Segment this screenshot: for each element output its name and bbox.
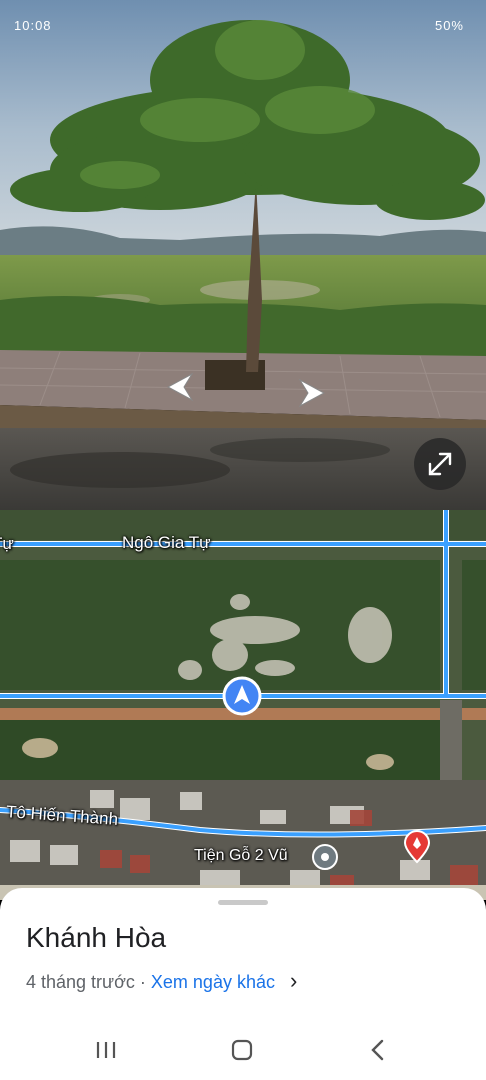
road-label-partial: Tự	[0, 534, 14, 553]
expand-button[interactable]	[414, 438, 466, 490]
status-bar: 10:08 50%	[0, 14, 486, 42]
street-view-scene	[0, 0, 486, 510]
home-button[interactable]	[222, 1034, 262, 1066]
current-view-marker[interactable]	[222, 676, 262, 716]
system-nav-bar	[0, 1020, 486, 1080]
recent-apps-icon	[96, 1042, 116, 1058]
expand-icon	[428, 452, 452, 476]
home-icon	[231, 1039, 253, 1061]
chevron-right-icon[interactable]: ›	[290, 968, 297, 993]
back-icon	[371, 1039, 384, 1061]
battery-level: 50%	[434, 18, 464, 33]
street-view-panorama[interactable]: 10:08 50%	[0, 0, 486, 510]
status-time: 10:08	[14, 18, 52, 33]
poi-label[interactable]: Tiện Gỗ 2 Vũ	[194, 847, 288, 865]
map-pin-icon	[403, 830, 431, 864]
navigation-arrow-icon	[222, 676, 262, 716]
chevron-left-icon	[166, 372, 194, 402]
sheet-drag-handle[interactable]	[218, 900, 268, 905]
place-title: Khánh Hòa	[26, 922, 167, 953]
poi-marker[interactable]	[310, 842, 340, 872]
other-dates-link[interactable]: Xem ngày khác	[151, 972, 275, 992]
separator: ·	[134, 972, 151, 992]
red-poi-pin[interactable]	[402, 830, 432, 864]
chevron-right-icon	[298, 378, 326, 408]
capture-time: 4 tháng trước	[26, 972, 135, 992]
recent-apps-button[interactable]	[86, 1034, 126, 1066]
back-button[interactable]	[358, 1034, 398, 1066]
street-view-prev-arrow[interactable]	[160, 370, 200, 404]
map-view[interactable]: Tự Ngô Gia Tự Tô Hiến Thành Tiện Gỗ 2 Vũ	[0, 510, 486, 900]
location-pin-icon	[312, 844, 338, 870]
street-view-next-arrow[interactable]	[292, 376, 332, 410]
capture-info: 4 tháng trước · Xem ngày khác ›	[26, 968, 297, 994]
road-label-ngo-gia-tu: Ngô Gia Tự	[122, 533, 211, 552]
